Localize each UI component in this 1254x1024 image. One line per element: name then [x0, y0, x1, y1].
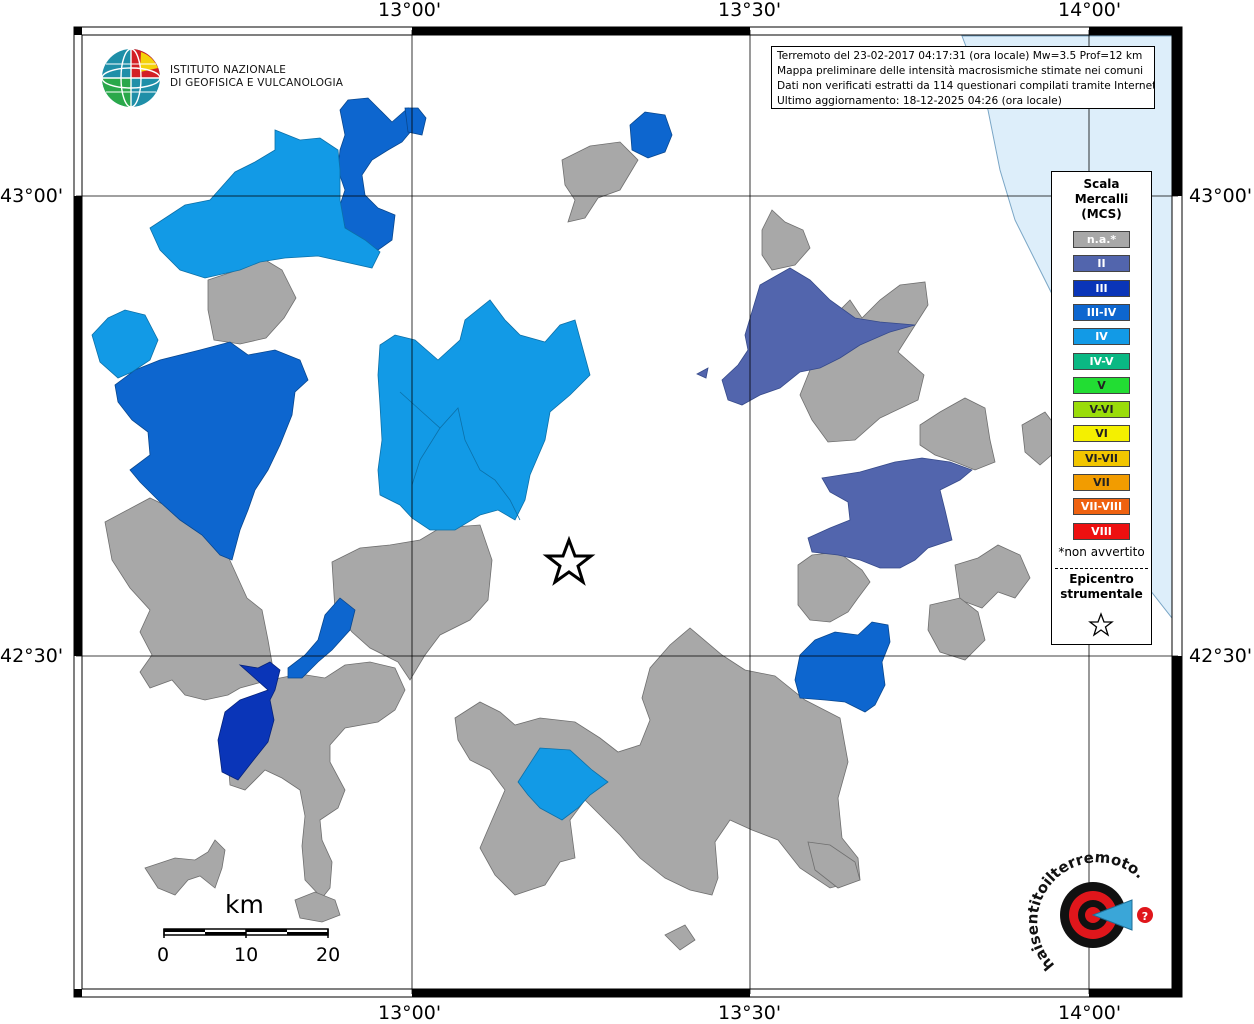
event-info-box: Terremoto del 23-02-2017 04:17:31 (ora l… — [771, 46, 1155, 109]
legend-swatch-ii: II — [1073, 255, 1130, 273]
scale-bar-label-20: 20 — [316, 944, 341, 966]
lon-label-top-13-30: 13°30' — [718, 0, 782, 21]
legend-swatch-vi: VI — [1073, 425, 1130, 443]
event-info-line4: Ultimo aggiornamento: 18-12-2025 04:26 (… — [777, 95, 1062, 107]
event-info-line1: Terremoto del 23-02-2017 04:17:31 (ora l… — [777, 50, 1143, 62]
lat-label-left-43-00: 43°00' — [0, 185, 64, 207]
ingv-logo-line2: DI GEOFISICA E VULCANOLOGIA — [170, 77, 344, 89]
legend-swatch-viii: VIII — [1073, 522, 1130, 540]
ingv-logo-line1: ISTITUTO NAZIONALE — [170, 64, 287, 76]
lat-label-left-42-30: 42°30' — [0, 645, 64, 667]
legend-swatch-iv: IV — [1073, 328, 1130, 346]
legend-swatch-v: V — [1073, 376, 1130, 394]
legend-title-line3: (MCS) — [1081, 207, 1122, 221]
event-info-line3: Dati non verificati estratti da 114 ques… — [777, 80, 1155, 92]
legend-title: Scala Mercalli (MCS) — [1052, 177, 1151, 222]
legend-swatch-vi-vii: VI-VII — [1073, 449, 1130, 467]
legend-swatch-vii: VII — [1073, 474, 1130, 491]
svg-text:?: ? — [1142, 910, 1148, 923]
legend-epicenter-line1: Epicentro — [1069, 572, 1134, 586]
legend-swatch-iii: III — [1073, 279, 1130, 297]
lon-label-bottom-13-30: 13°30' — [718, 1002, 782, 1024]
legend-note: *non avvertito — [1058, 545, 1145, 559]
event-info-line2: Mappa preliminare delle intensità macros… — [777, 65, 1144, 77]
mcs-legend: Scala Mercalli (MCS) n.a.* II III III-IV IV I… — [1051, 171, 1152, 645]
legend-epicenter-line2: strumentale — [1060, 587, 1143, 601]
scale-bar — [163, 928, 329, 938]
star-outline-icon — [1088, 612, 1114, 637]
lon-label-bottom-13-00: 13°00' — [378, 1002, 442, 1024]
epicenter-star-icon — [542, 535, 596, 586]
scale-bar-label-10: 10 — [234, 944, 259, 966]
legend-swatch-vii-viii: VII-VIII — [1073, 498, 1130, 516]
lon-label-bottom-14-00: 14°00' — [1058, 1002, 1122, 1024]
legend-separator — [1055, 568, 1148, 569]
lon-label-top-13-00: 13°00' — [378, 0, 442, 21]
scale-bar-label-0: 0 — [157, 944, 170, 966]
ingv-globe-icon — [101, 48, 161, 108]
legend-swatch-iv-v: IV-V — [1073, 352, 1130, 370]
legend-epicenter-label: Epicentro strumentale — [1052, 572, 1151, 602]
scale-bar-title: km — [225, 890, 264, 919]
legend-title-line2: Mercalli — [1074, 192, 1129, 206]
legend-swatch-n-a: n.a.* — [1073, 231, 1130, 248]
lat-label-right-43-00: 43°00' — [1189, 185, 1253, 207]
legend-swatch-v-vi: V-VI — [1073, 401, 1130, 419]
lon-label-top-14-00: 14°00' — [1058, 0, 1122, 21]
lat-label-right-42-30: 42°30' — [1189, 645, 1253, 667]
legend-swatch-iii-iv: III-IV — [1073, 303, 1130, 321]
ingv-logo-text: ISTITUTO NAZIONALE DI GEOFISICA E VULCAN… — [170, 64, 343, 90]
legend-title-line1: Scala — [1083, 177, 1120, 191]
